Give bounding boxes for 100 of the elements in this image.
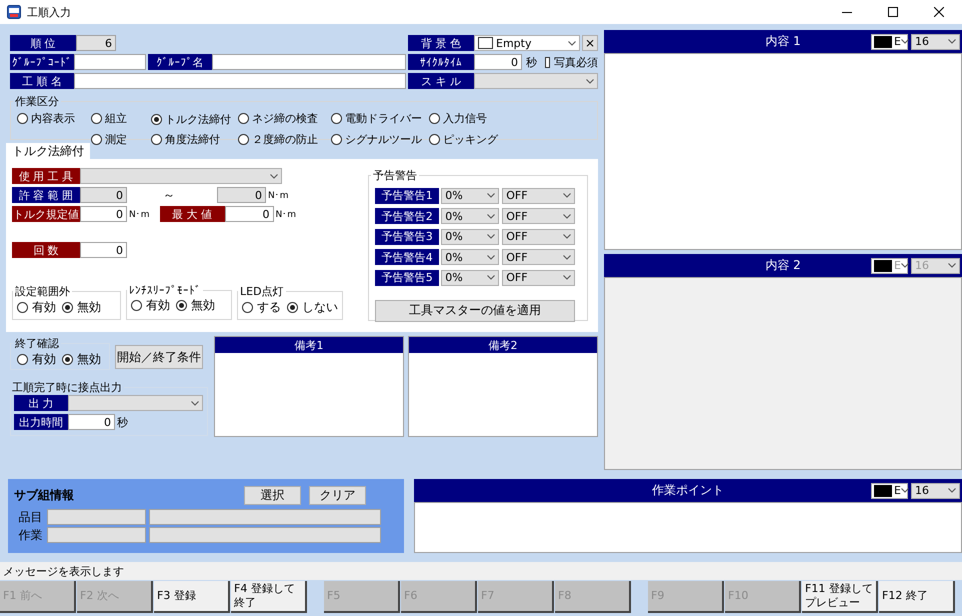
field-label: 背 景 色 <box>408 35 474 51</box>
radio-button[interactable] <box>151 114 162 125</box>
input-field[interactable] <box>47 509 146 525</box>
font-size-dropdown[interactable]: 16 <box>911 34 960 50</box>
input-field[interactable]: 0 <box>80 206 127 222</box>
apply-button[interactable]: 工具マスターの値を適用 <box>375 300 576 322</box>
radio-button[interactable] <box>17 113 28 124</box>
field-label: 予告警告1 <box>375 188 440 204</box>
unit-label: N･m <box>276 208 296 220</box>
field-label: 出力時間 <box>14 414 68 430</box>
input-field[interactable] <box>149 509 381 525</box>
radio-label: 有効 <box>146 297 170 314</box>
radio-button[interactable] <box>242 302 253 313</box>
field-label: ス キ ル <box>408 73 474 89</box>
field-label: ｻｲｸﾙﾀｲﾑ <box>408 54 474 70</box>
radio-label: 無効 <box>77 299 101 316</box>
checkbox[interactable] <box>545 56 550 68</box>
remarks-box[interactable]: 備考2 <box>408 336 598 437</box>
chevron-icon <box>948 263 956 268</box>
input-field[interactable]: 6 <box>76 35 116 51</box>
radio-button[interactable] <box>331 134 342 145</box>
field-label: 最 大 値 <box>160 206 224 222</box>
input-field[interactable] <box>74 54 146 70</box>
dropdown[interactable]: OFF <box>502 228 576 244</box>
function-key[interactable]: F11 登録してプレビュー <box>802 581 878 613</box>
close-icon <box>934 7 944 17</box>
font-size-dropdown[interactable]: 16 <box>911 482 960 498</box>
radio-label: 無効 <box>77 351 101 368</box>
chevron-icon <box>487 214 496 218</box>
radio-button[interactable] <box>62 354 73 365</box>
radio-button[interactable] <box>17 354 28 365</box>
input-field[interactable]: 0 <box>68 414 115 430</box>
field-label: トルク規定値 <box>12 206 80 222</box>
radio-label: 組立 <box>105 111 127 126</box>
dropdown[interactable]: 0% <box>441 208 500 224</box>
radio-button[interactable] <box>62 302 73 313</box>
dropdown[interactable]: OFF <box>502 208 576 224</box>
function-key[interactable]: F12 終了 <box>879 581 955 613</box>
clear-button[interactable]: × <box>582 35 598 51</box>
radio-button[interactable] <box>238 113 249 124</box>
content-area[interactable] <box>414 502 962 553</box>
group-title: ﾚﾝﾁｽﾘｰﾌﾟﾓｰﾄﾞ <box>128 284 202 297</box>
color-dropdown[interactable]: E <box>871 482 908 498</box>
dropdown[interactable]: Empty <box>474 35 580 51</box>
chevron-icon <box>900 488 909 493</box>
chevron-icon <box>270 174 278 178</box>
input-field[interactable] <box>149 527 381 543</box>
group-title: 予告警告 <box>372 168 418 183</box>
app-icon <box>7 5 21 19</box>
radio-label: 測定 <box>105 132 127 147</box>
radio-button[interactable] <box>429 113 440 124</box>
radio-button[interactable] <box>91 113 102 124</box>
input-field[interactable]: 0 <box>217 187 266 203</box>
function-key[interactable]: F4 登録して終了 <box>231 581 307 613</box>
radio-button[interactable] <box>287 302 298 313</box>
unit-label: N･m <box>268 190 288 200</box>
radio-button[interactable] <box>131 300 142 311</box>
radio-button[interactable] <box>176 300 187 311</box>
radio-button[interactable] <box>151 134 162 145</box>
radio-label: 角度法締付 <box>165 132 220 147</box>
dropdown[interactable]: OFF <box>502 270 576 286</box>
panel-title: 内容 2 <box>764 257 802 274</box>
input-field[interactable] <box>74 73 406 89</box>
dropdown[interactable]: 0% <box>441 228 500 244</box>
function-key[interactable]: F3 登録 <box>154 581 230 613</box>
input-field[interactable]: 0 <box>224 206 274 222</box>
input-field[interactable] <box>212 54 406 70</box>
tab[interactable]: トルク法締付 <box>6 143 90 159</box>
dropdown[interactable]: OFF <box>502 249 576 265</box>
input-field[interactable]: 0 <box>80 187 127 203</box>
field-label: 工 順 名 <box>10 73 74 89</box>
radio-button[interactable] <box>331 113 342 124</box>
field-label: 品目 <box>18 508 44 526</box>
radio-label: ２度締の防止 <box>252 132 318 147</box>
dropdown[interactable]: 0% <box>441 188 500 204</box>
window-title: 工順入力 <box>27 4 71 20</box>
chevron-icon <box>900 39 909 44</box>
chevron-icon <box>487 193 496 198</box>
dropdown[interactable]: 0% <box>441 249 500 265</box>
remarks-box[interactable]: 備考1 <box>214 336 404 437</box>
input-field[interactable]: 0 <box>80 242 127 258</box>
field-label: 出 力 <box>14 395 68 411</box>
radio-button[interactable] <box>429 134 440 145</box>
chevron-icon <box>563 275 572 280</box>
radio-button[interactable] <box>17 302 28 313</box>
chevron-icon <box>563 214 572 218</box>
input-field[interactable]: 0 <box>474 54 522 70</box>
dropdown[interactable]: 0% <box>441 270 500 286</box>
action-button[interactable]: 選択 <box>244 486 301 504</box>
field-label: 回 数 <box>12 242 80 258</box>
field-label: 使 用 工 具 <box>12 168 80 184</box>
color-swatch <box>874 484 892 496</box>
chevron-icon <box>563 234 572 239</box>
color-dropdown[interactable]: E <box>871 34 908 50</box>
action-button[interactable]: クリア <box>309 486 366 504</box>
radio-button[interactable] <box>238 134 249 145</box>
start-end-condition-button[interactable]: 開始／終了条件 <box>115 345 203 369</box>
radio-button[interactable] <box>91 134 102 145</box>
input-field[interactable] <box>47 527 146 543</box>
dropdown[interactable]: OFF <box>502 188 576 204</box>
